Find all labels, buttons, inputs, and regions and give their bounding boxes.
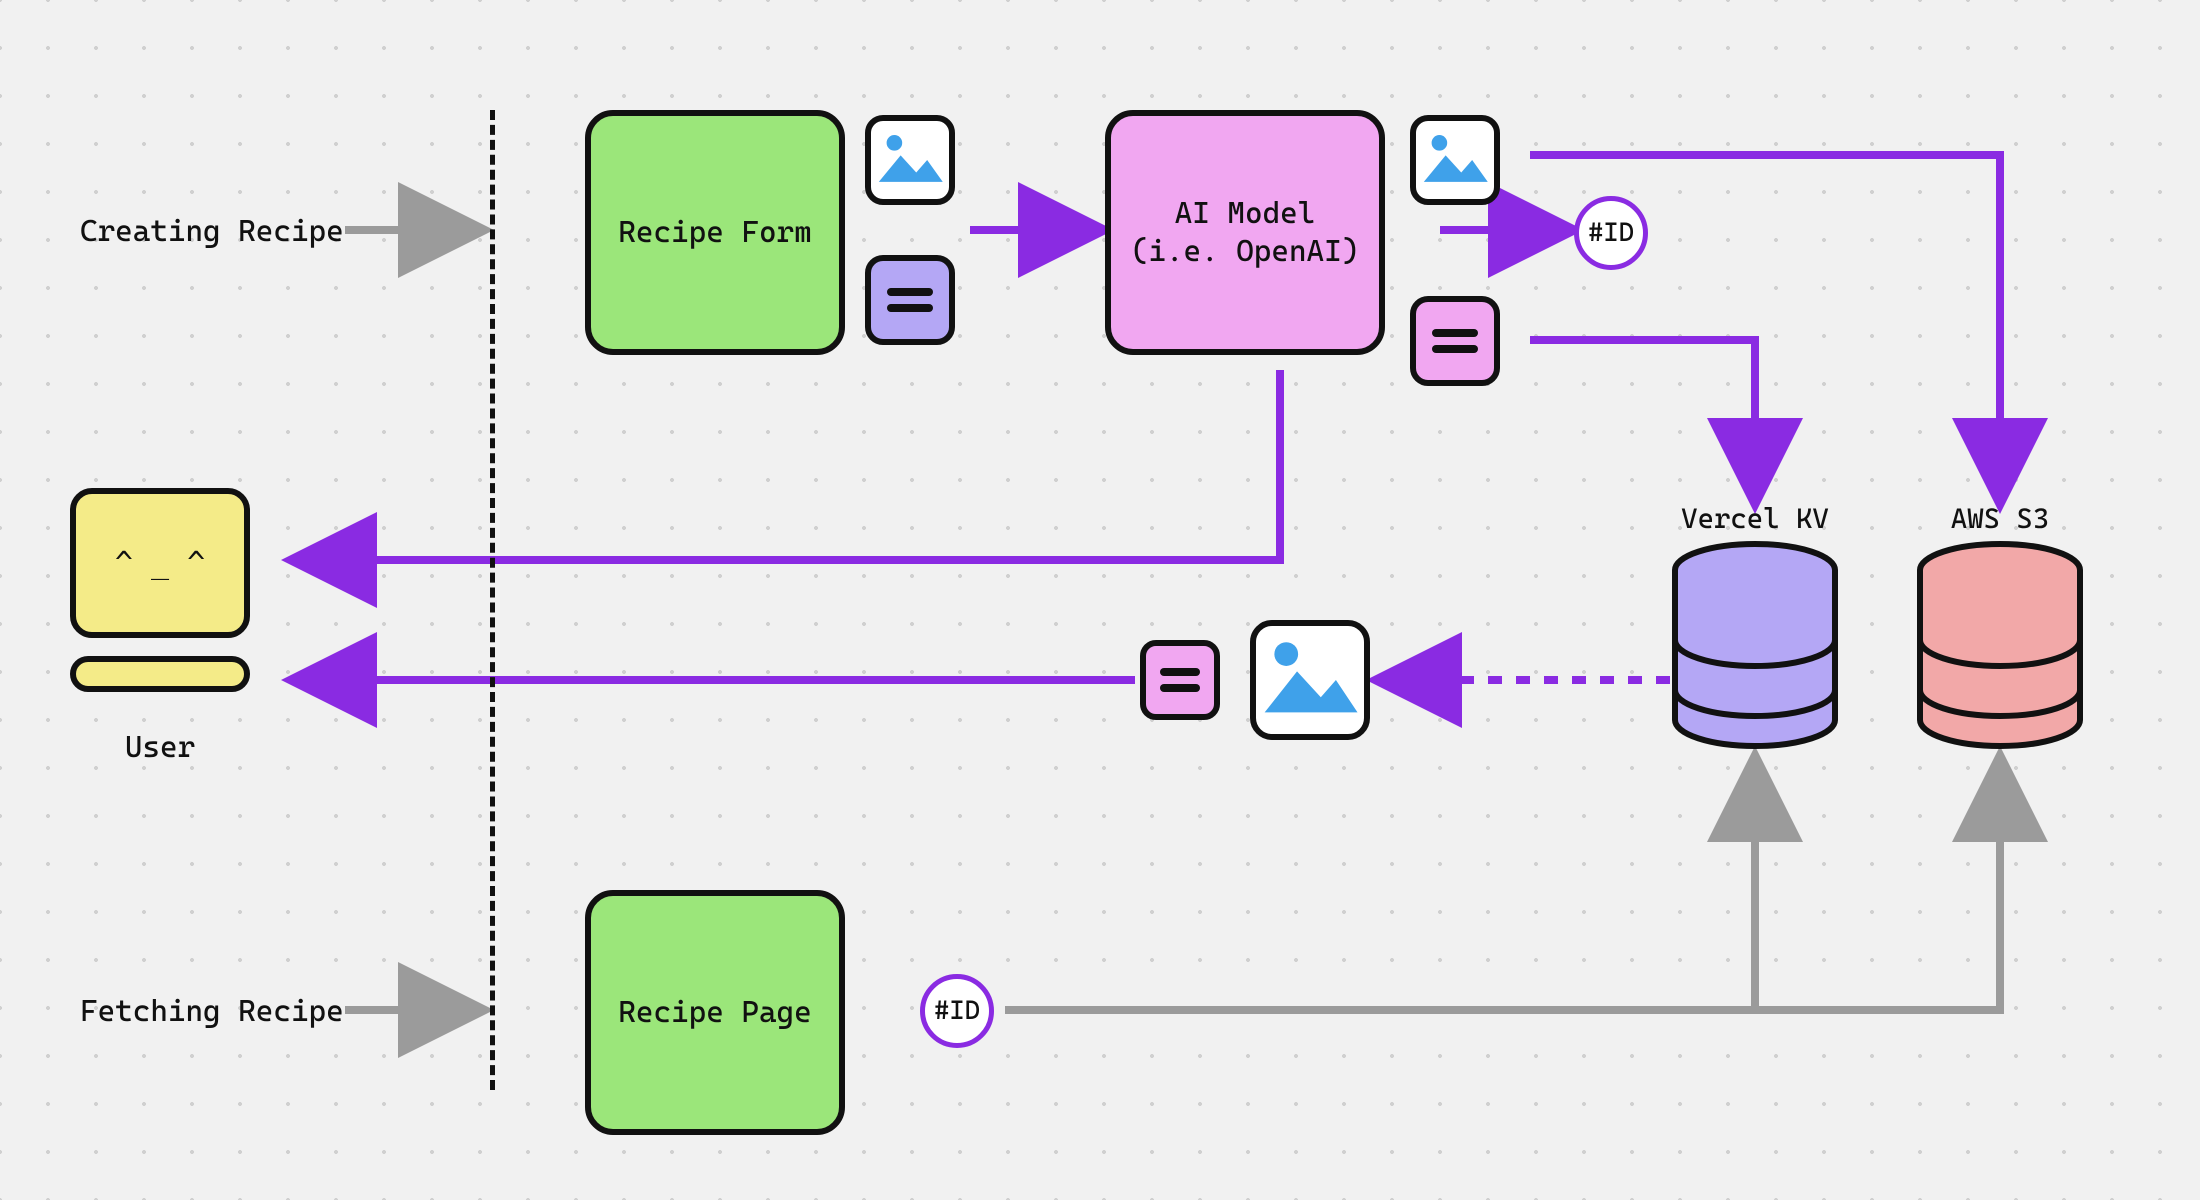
arrow-text-to-kv bbox=[1530, 340, 1755, 490]
aws-s3-db: AWS S3 bbox=[1915, 540, 2085, 750]
id-badge-bottom: #ID bbox=[920, 974, 994, 1048]
arrow-ai-return-to-user bbox=[305, 370, 1280, 560]
text-icon-tile-1 bbox=[865, 255, 955, 345]
computer-face: ^ _ ^ bbox=[115, 546, 205, 581]
text-lines-icon bbox=[1146, 646, 1214, 714]
recipe-form-label: Recipe Form bbox=[618, 214, 811, 252]
image-icon-tile-3 bbox=[1250, 620, 1370, 740]
text-icon-tile-3 bbox=[1140, 640, 1220, 720]
vercel-kv-db: Vercel KV bbox=[1670, 540, 1840, 750]
text-lines-icon bbox=[871, 261, 949, 339]
label-creating-recipe: Creating Recipe bbox=[80, 214, 344, 249]
vercel-kv-label: Vercel KV bbox=[1670, 502, 1840, 535]
user-node: ^ _ ^ bbox=[70, 488, 250, 692]
ai-model-label-line2: (i.e. OpenAI) bbox=[1131, 233, 1360, 271]
text-lines-icon bbox=[1416, 302, 1494, 380]
recipe-form-box: Recipe Form bbox=[585, 110, 845, 355]
label-fetching-recipe: Fetching Recipe bbox=[80, 994, 344, 1029]
database-icon bbox=[1670, 540, 1840, 750]
image-icon bbox=[1416, 121, 1494, 199]
id-badge-bottom-label: #ID bbox=[934, 996, 980, 1026]
image-icon bbox=[1256, 626, 1364, 734]
database-icon bbox=[1915, 540, 2085, 750]
arrow-id-to-kv bbox=[1005, 770, 1755, 1010]
ai-model-box: AI Model (i.e. OpenAI) bbox=[1105, 110, 1385, 355]
recipe-page-label: Recipe Page bbox=[618, 994, 811, 1032]
text-icon-tile-2 bbox=[1410, 296, 1500, 386]
computer-icon: ^ _ ^ bbox=[70, 488, 250, 638]
ai-model-label-line1: AI Model bbox=[1131, 195, 1360, 233]
image-icon-tile-1 bbox=[865, 115, 955, 205]
vertical-divider bbox=[490, 110, 495, 1090]
computer-base-icon bbox=[70, 656, 250, 692]
id-badge-top-label: #ID bbox=[1588, 218, 1634, 248]
id-badge-top: #ID bbox=[1574, 196, 1648, 270]
recipe-page-box: Recipe Page bbox=[585, 890, 845, 1135]
label-user: User bbox=[60, 730, 260, 765]
image-icon bbox=[871, 121, 949, 199]
arrow-id-to-s3 bbox=[1755, 770, 2000, 1010]
image-icon-tile-2 bbox=[1410, 115, 1500, 205]
aws-s3-label: AWS S3 bbox=[1915, 502, 2085, 535]
